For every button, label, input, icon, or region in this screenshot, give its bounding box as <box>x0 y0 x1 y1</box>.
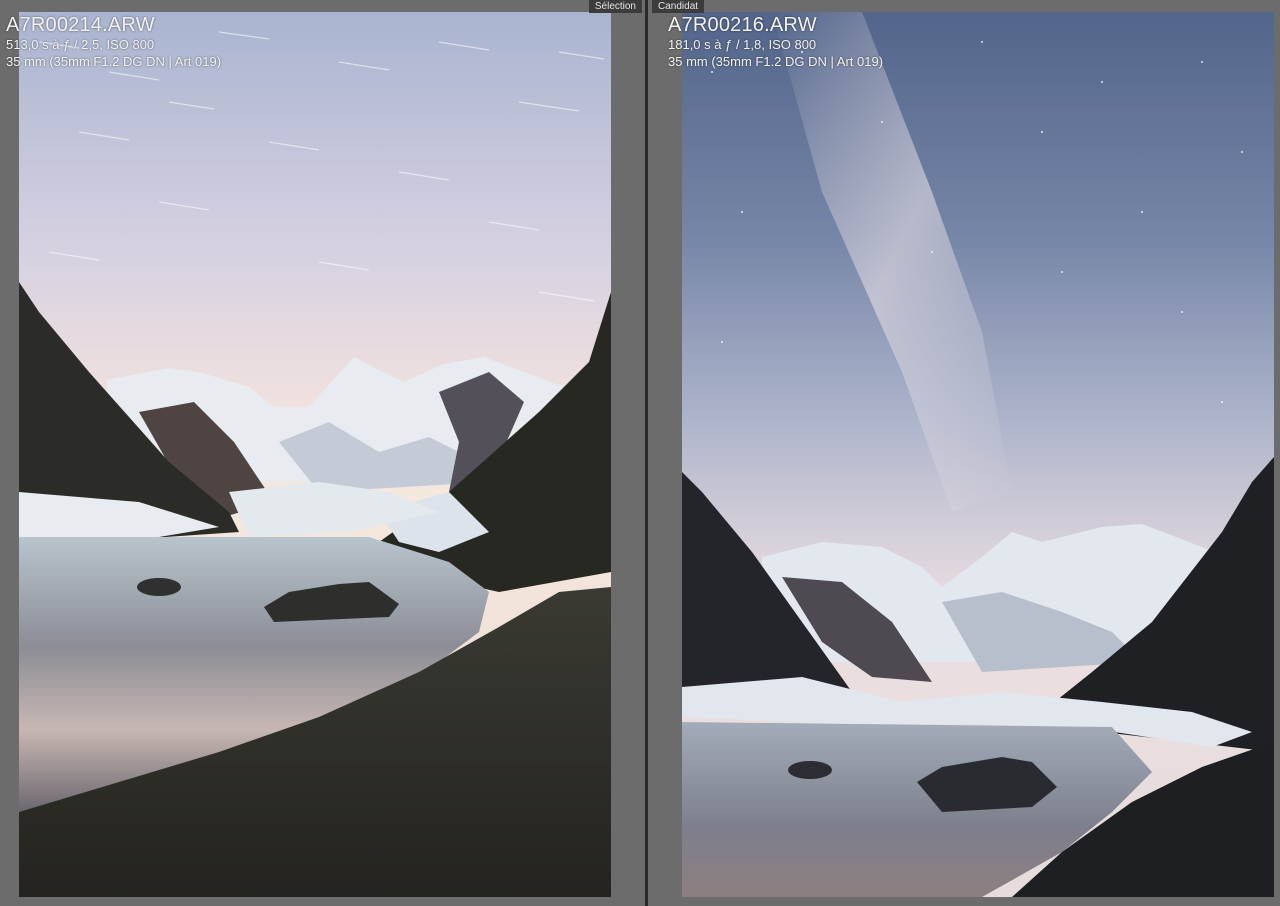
selection-lens: 35 mm (35mm F1.2 DG DN | Art 019) <box>6 54 222 69</box>
candidate-info-overlay: A7R00216.ARW 181,0 s à ƒ / 1,8, ISO 800 … <box>668 14 883 70</box>
candidate-pane[interactable]: A7R00216.ARW 181,0 s à ƒ / 1,8, ISO 800 … <box>648 0 1280 906</box>
candidate-exposure: 181,0 s à ƒ / 1,8, ISO 800 <box>668 37 817 52</box>
candidate-photo[interactable] <box>682 12 1274 897</box>
selection-info-overlay: A7R00214.ARW 513,0 s à ƒ / 2,5, ISO 800 … <box>6 14 221 70</box>
selection-tab[interactable]: Sélection <box>588 0 642 13</box>
selection-photo-image <box>19 12 611 897</box>
candidate-lens: 35 mm (35mm F1.2 DG DN | Art 019) <box>668 54 884 69</box>
selection-pane[interactable]: A7R00214.ARW 513,0 s à ƒ / 2,5, ISO 800 … <box>0 0 645 906</box>
candidate-filename: A7R00216.ARW <box>668 14 817 36</box>
selection-filename: A7R00214.ARW <box>6 14 155 36</box>
selection-photo[interactable] <box>19 12 611 897</box>
candidate-photo-image <box>682 12 1274 897</box>
selection-exposure: 513,0 s à ƒ / 2,5, ISO 800 <box>6 37 155 52</box>
candidate-tab[interactable]: Candidat <box>652 0 705 13</box>
